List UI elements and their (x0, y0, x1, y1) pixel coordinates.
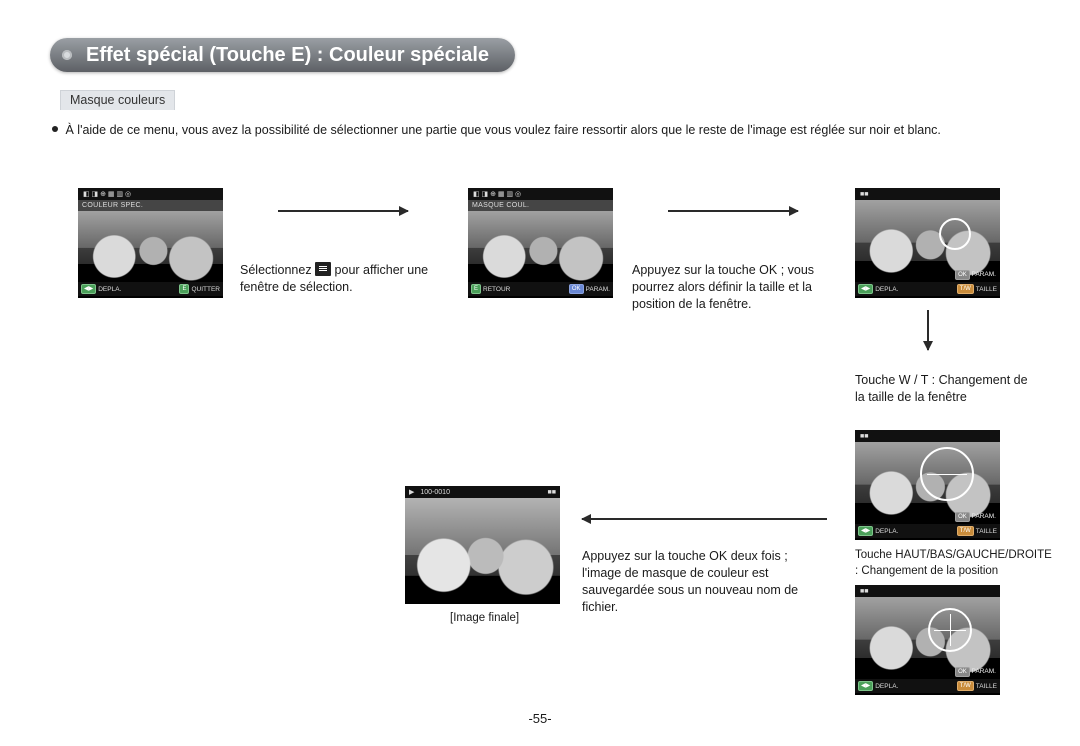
arrow-down-icon (927, 310, 929, 350)
lcd-iconbar: ◧ ◨ ⊕ ▦ ▥ ◎ (468, 188, 613, 200)
hint-key: ◀▶ (81, 284, 96, 294)
hint-key: E (471, 284, 481, 294)
selection-circle-icon (928, 608, 972, 652)
page-number: -55- (528, 711, 551, 726)
lcd-iconbar: ■■ (855, 430, 1000, 442)
lcd-topbar: ▶ 100-0010 ■■ (405, 486, 560, 498)
play-icon: ▶ (409, 488, 414, 496)
hint-label: DEPLA. (875, 286, 898, 293)
lcd-iconbar: ◧ ◨ ⊕ ▦ ▥ ◎ (78, 188, 223, 200)
final-image-label: [Image finale] (450, 612, 519, 624)
page-title: Effet spécial (Touche E) : Couleur spéci… (86, 44, 489, 66)
lcd-step3b: ■■ OK PARAM. ◀▶ DEPLA. T/W TAILLE (855, 430, 1000, 540)
lcd-final: ▶ 100-0010 ■■ (405, 486, 560, 604)
step1-caption: Sélectionnez pour afficher une fenêtre d… (240, 262, 430, 296)
step1-caption-prefix: Sélectionnez (240, 263, 315, 277)
step3-caption: Touche W / T : Changement de la taille d… (855, 372, 1030, 406)
page-title-pill: Effet spécial (Touche E) : Couleur spéci… (50, 38, 515, 72)
lcd-iconbar: ■■ (855, 585, 1000, 597)
final-caption: Appuyez sur la touche OK deux fois ; l'i… (582, 548, 822, 616)
hint-label: DEPLA. (875, 683, 898, 690)
hint-label: TAILLE (976, 683, 997, 690)
lcd-photo: OK PARAM. (855, 597, 1000, 679)
hint-label: DEPLA. (875, 528, 898, 535)
lcd-photo (78, 211, 223, 282)
hint-label: PARAM. (972, 513, 996, 520)
subsection-heading: Masque couleurs (60, 90, 175, 110)
arrow-right-icon (668, 210, 798, 212)
lcd-bottombar: ◀▶ DEPLA. T/W TAILLE (855, 282, 1000, 296)
hint-key: OK (955, 512, 970, 522)
hint-label: DEPLA. (98, 286, 121, 293)
hint-key: T/W (957, 681, 974, 691)
hint-label: QUITTER (191, 286, 220, 293)
step2-caption: Appuyez sur la touche OK ; vous pourrez … (632, 262, 844, 313)
lcd-mode-label: COULEUR SPEC. (78, 200, 223, 211)
mode-icon (315, 262, 331, 276)
lcd-iconbar: ■■ (855, 188, 1000, 200)
lcd-photo: OK PARAM. (855, 200, 1000, 282)
lcd-bottombar: ◀▶ DEPLA. T/W TAILLE (855, 524, 1000, 538)
hint-key: E (179, 284, 189, 294)
lcd-photo (468, 211, 613, 282)
hint-key: ◀▶ (858, 284, 873, 294)
hint-label: PARAM. (972, 271, 996, 278)
intro-paragraph: À l'aide de ce menu, vous avez la possib… (52, 122, 1052, 139)
lcd-step3: ■■ OK PARAM. ◀▶ DEPLA. T/W TAILLE (855, 188, 1000, 298)
lcd-bottombar: E RETOUR OK PARAM. (468, 282, 613, 296)
hint-key: ◀▶ (858, 681, 873, 691)
arrow-right-icon (278, 210, 408, 212)
hint-label: RETOUR (483, 286, 510, 293)
hint-label: TAILLE (976, 286, 997, 293)
selection-circle-icon (920, 447, 974, 501)
lcd-mode-label: MASQUE COUL. (468, 200, 613, 211)
step4-caption: Touche HAUT/BAS/GAUCHE/DROITE : Changeme… (855, 548, 1055, 579)
lcd-photo (405, 498, 560, 602)
bullet-icon (52, 126, 58, 132)
lcd-step1: ◧ ◨ ⊕ ▦ ▥ ◎ COULEUR SPEC. ◀▶ DEPLA. E QU… (78, 188, 223, 298)
lcd-step2: ◧ ◨ ⊕ ▦ ▥ ◎ MASQUE COUL. E RETOUR OK PAR… (468, 188, 613, 298)
hint-label: PARAM. (586, 286, 610, 293)
hint-key: ◀▶ (858, 526, 873, 536)
lcd-step4: ■■ OK PARAM. ◀▶ DEPLA. T/W TAILLE (855, 585, 1000, 695)
hint-key: T/W (957, 526, 974, 536)
selection-circle-icon (939, 218, 971, 250)
lcd-photo: OK PARAM. (855, 442, 1000, 524)
file-id: 100-0010 (420, 489, 450, 496)
hint-key: OK (569, 284, 584, 294)
hint-key: OK (955, 270, 970, 280)
arrow-left-icon (582, 518, 827, 520)
intro-text: À l'aide de ce menu, vous avez la possib… (65, 123, 940, 137)
lcd-bottombar: ◀▶ DEPLA. T/W TAILLE (855, 679, 1000, 693)
hint-key: OK (955, 667, 970, 677)
hint-label: TAILLE (976, 528, 997, 535)
lcd-bottombar: ◀▶ DEPLA. E QUITTER (78, 282, 223, 296)
hint-key: T/W (957, 284, 974, 294)
hint-label: PARAM. (972, 668, 996, 675)
